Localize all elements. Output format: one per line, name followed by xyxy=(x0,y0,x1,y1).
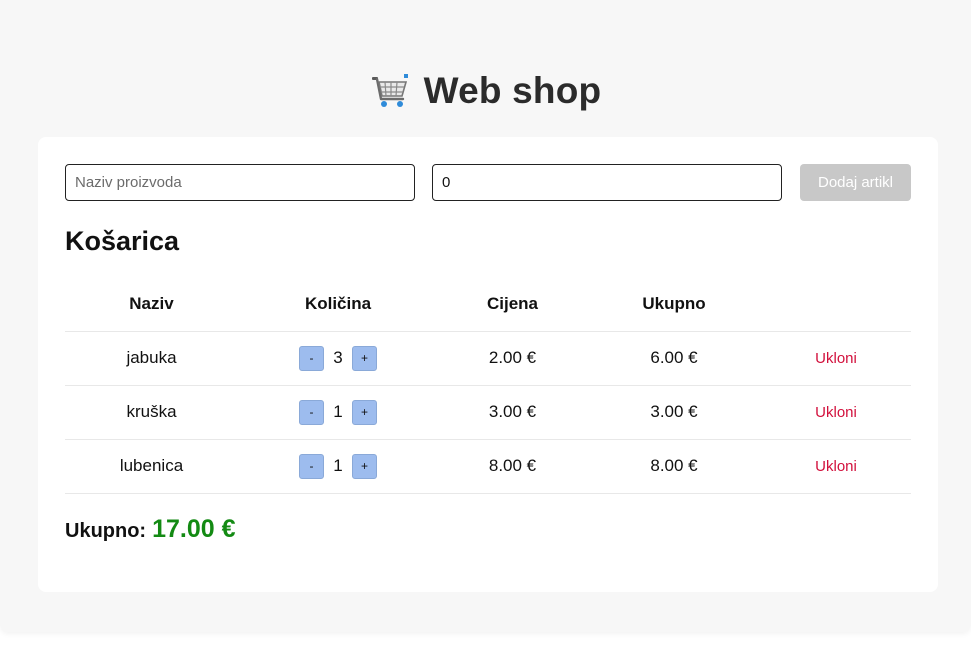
item-quantity: 3 xyxy=(333,348,343,367)
decrement-button[interactable]: - xyxy=(299,453,324,479)
shop-card: Dodaj artikl Košarica Naziv Količina Cij… xyxy=(38,137,938,592)
cart-title: Košarica xyxy=(65,226,180,256)
product-name-input[interactable] xyxy=(65,164,415,201)
remove-item-button[interactable]: Ukloni xyxy=(815,458,857,475)
total-label: Ukupno: xyxy=(65,520,147,542)
column-header-total: Ukupno xyxy=(587,277,761,332)
column-header-price: Cijena xyxy=(438,277,587,332)
decrement-button[interactable]: - xyxy=(299,399,324,425)
page-header: Web shop xyxy=(0,68,971,114)
item-actions: Ukloni xyxy=(761,331,911,386)
item-price: 3.00 € xyxy=(438,385,587,440)
increment-button[interactable]: + xyxy=(352,453,377,479)
total-value: 17.00 € xyxy=(152,515,236,543)
item-quantity: 1 xyxy=(333,456,343,475)
add-item-button[interactable]: Dodaj artikl xyxy=(800,164,911,201)
table-row: jabuka - 3 + 2.00 € 6.00 € Ukloni xyxy=(65,331,911,386)
table-row: kruška - 1 + 3.00 € 3.00 € Ukloni xyxy=(65,385,911,440)
item-total: 8.00 € xyxy=(587,439,761,494)
item-quantity-cell: - 1 + xyxy=(238,385,438,440)
shopping-cart-icon xyxy=(371,74,408,107)
item-actions: Ukloni xyxy=(761,385,911,440)
item-quantity: 1 xyxy=(333,402,343,421)
item-name: lubenica xyxy=(65,439,238,494)
column-header-name: Naziv xyxy=(65,277,238,332)
increment-button[interactable]: + xyxy=(352,345,377,371)
remove-item-button[interactable]: Ukloni xyxy=(815,404,857,421)
decrement-button[interactable]: - xyxy=(299,345,324,371)
item-actions: Ukloni xyxy=(761,439,911,494)
cart-total: Ukupno: 17.00 € xyxy=(65,515,236,544)
app-background: Web shop Dodaj artikl Košarica Naziv Kol… xyxy=(0,0,971,632)
item-quantity-cell: - 3 + xyxy=(238,331,438,386)
table-row: lubenica - 1 + 8.00 € 8.00 € Ukloni xyxy=(65,439,911,494)
item-price: 8.00 € xyxy=(438,439,587,494)
cart-table: Naziv Količina Cijena Ukupno jabuka - 3 … xyxy=(65,277,911,494)
increment-button[interactable]: + xyxy=(352,399,377,425)
item-total: 6.00 € xyxy=(587,331,761,386)
item-quantity-cell: - 1 + xyxy=(238,439,438,494)
item-price: 2.00 € xyxy=(438,331,587,386)
page-title: Web shop xyxy=(423,70,602,111)
item-total: 3.00 € xyxy=(587,385,761,440)
remove-item-button[interactable]: Ukloni xyxy=(815,350,857,367)
product-quantity-input[interactable] xyxy=(432,164,782,201)
item-name: kruška xyxy=(65,385,238,440)
column-header-quantity: Količina xyxy=(238,277,438,332)
table-header-row: Naziv Količina Cijena Ukupno xyxy=(65,277,911,332)
item-name: jabuka xyxy=(65,331,238,386)
column-header-actions xyxy=(761,277,911,332)
